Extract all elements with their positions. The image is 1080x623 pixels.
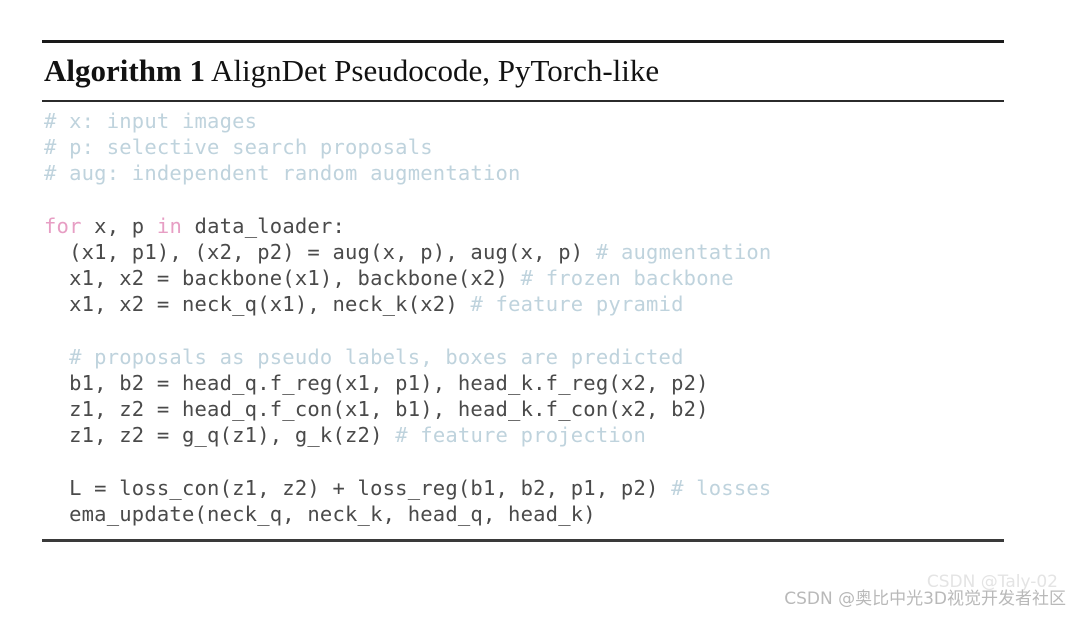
code-token-keyword: in xyxy=(156,213,182,238)
code-line-blank-3 xyxy=(44,449,1004,475)
code-line-ema-update: ema_update(neck_q, neck_k, head_q, head_… xyxy=(44,501,1004,527)
code-line-for-loop: for x, p in data_loader: xyxy=(44,213,1004,239)
code-token-code: z1, z2 = head_q.f_con(x1, b1), head_k.f_… xyxy=(44,397,709,422)
code-line-blank-1 xyxy=(44,187,1004,213)
code-token-code: x, p xyxy=(81,213,157,238)
pseudocode-block: # x: input images # p: selective search p… xyxy=(42,102,1004,535)
code-line-loss: L = loss_con(z1, z2) + loss_reg(b1, b2, … xyxy=(44,475,1004,501)
code-line-contrast: z1, z2 = head_q.f_con(x1, b1), head_k.f_… xyxy=(44,396,1004,422)
code-token-keyword: for xyxy=(44,213,82,238)
watermark-secondary: CSDN @Taly-02 xyxy=(926,572,1058,592)
code-line-neck: x1, x2 = neck_q(x1), neck_k(x2) # featur… xyxy=(44,291,1004,317)
code-line-blank-2 xyxy=(44,318,1004,344)
code-line-comment-x: # x: input images xyxy=(44,108,1004,134)
algorithm-figure: Algorithm 1 AlignDet Pseudocode, PyTorch… xyxy=(42,40,1004,543)
code-token-comment: # losses xyxy=(671,475,772,500)
code-token-code: data_loader: xyxy=(182,213,346,238)
code-token-code: (x1, p1), (x2, p2) = aug(x, p), aug(x, p… xyxy=(44,240,596,265)
code-line-comment-proposals: # proposals as pseudo labels, boxes are … xyxy=(44,344,1004,370)
code-token-comment: # p: selective search proposals xyxy=(44,135,433,160)
code-line-boxes: b1, b2 = head_q.f_reg(x1, p1), head_k.f_… xyxy=(44,370,1004,396)
code-token-code: z1, z2 = g_q(z1), g_k(z2) xyxy=(44,423,396,448)
code-line-projection: z1, z2 = g_q(z1), g_k(z2) # feature proj… xyxy=(44,422,1004,448)
code-token-code: x1, x2 = backbone(x1), backbone(x2) xyxy=(44,266,521,291)
figure-bottom-rule xyxy=(42,539,1004,543)
code-line-augmentation: (x1, p1), (x2, p2) = aug(x, p), aug(x, p… xyxy=(44,239,1004,265)
algorithm-title-text: AlignDet Pseudocode, PyTorch-like xyxy=(205,53,660,88)
algorithm-title-label: Algorithm 1 xyxy=(44,53,206,88)
code-token-comment: # proposals as pseudo labels, boxes are … xyxy=(44,344,684,369)
code-token-code: L = loss_con(z1, z2) + loss_reg(b1, b2, … xyxy=(44,475,672,500)
watermark-primary: CSDN @奥比中光3D视觉开发者社区 xyxy=(784,589,1066,609)
code-token-comment: # aug: independent random augmentation xyxy=(44,161,521,186)
code-line-comment-p: # p: selective search proposals xyxy=(44,134,1004,160)
code-token-code: ema_update(neck_q, neck_k, head_q, head_… xyxy=(44,502,596,527)
code-token-comment: # augmentation xyxy=(595,240,772,265)
code-token-comment: # frozen backbone xyxy=(520,266,734,291)
code-line-comment-aug: # aug: independent random augmentation xyxy=(44,160,1004,186)
code-token-comment: # feature pyramid xyxy=(470,292,684,317)
code-token-comment: # feature projection xyxy=(395,423,647,448)
code-line-backbone: x1, x2 = backbone(x1), backbone(x2) # fr… xyxy=(44,265,1004,291)
code-token-code: b1, b2 = head_q.f_reg(x1, p1), head_k.f_… xyxy=(44,371,709,396)
code-token-comment: # x: input images xyxy=(44,109,258,134)
algorithm-title: Algorithm 1 AlignDet Pseudocode, PyTorch… xyxy=(42,44,1004,98)
code-token-code: x1, x2 = neck_q(x1), neck_k(x2) xyxy=(44,292,471,317)
